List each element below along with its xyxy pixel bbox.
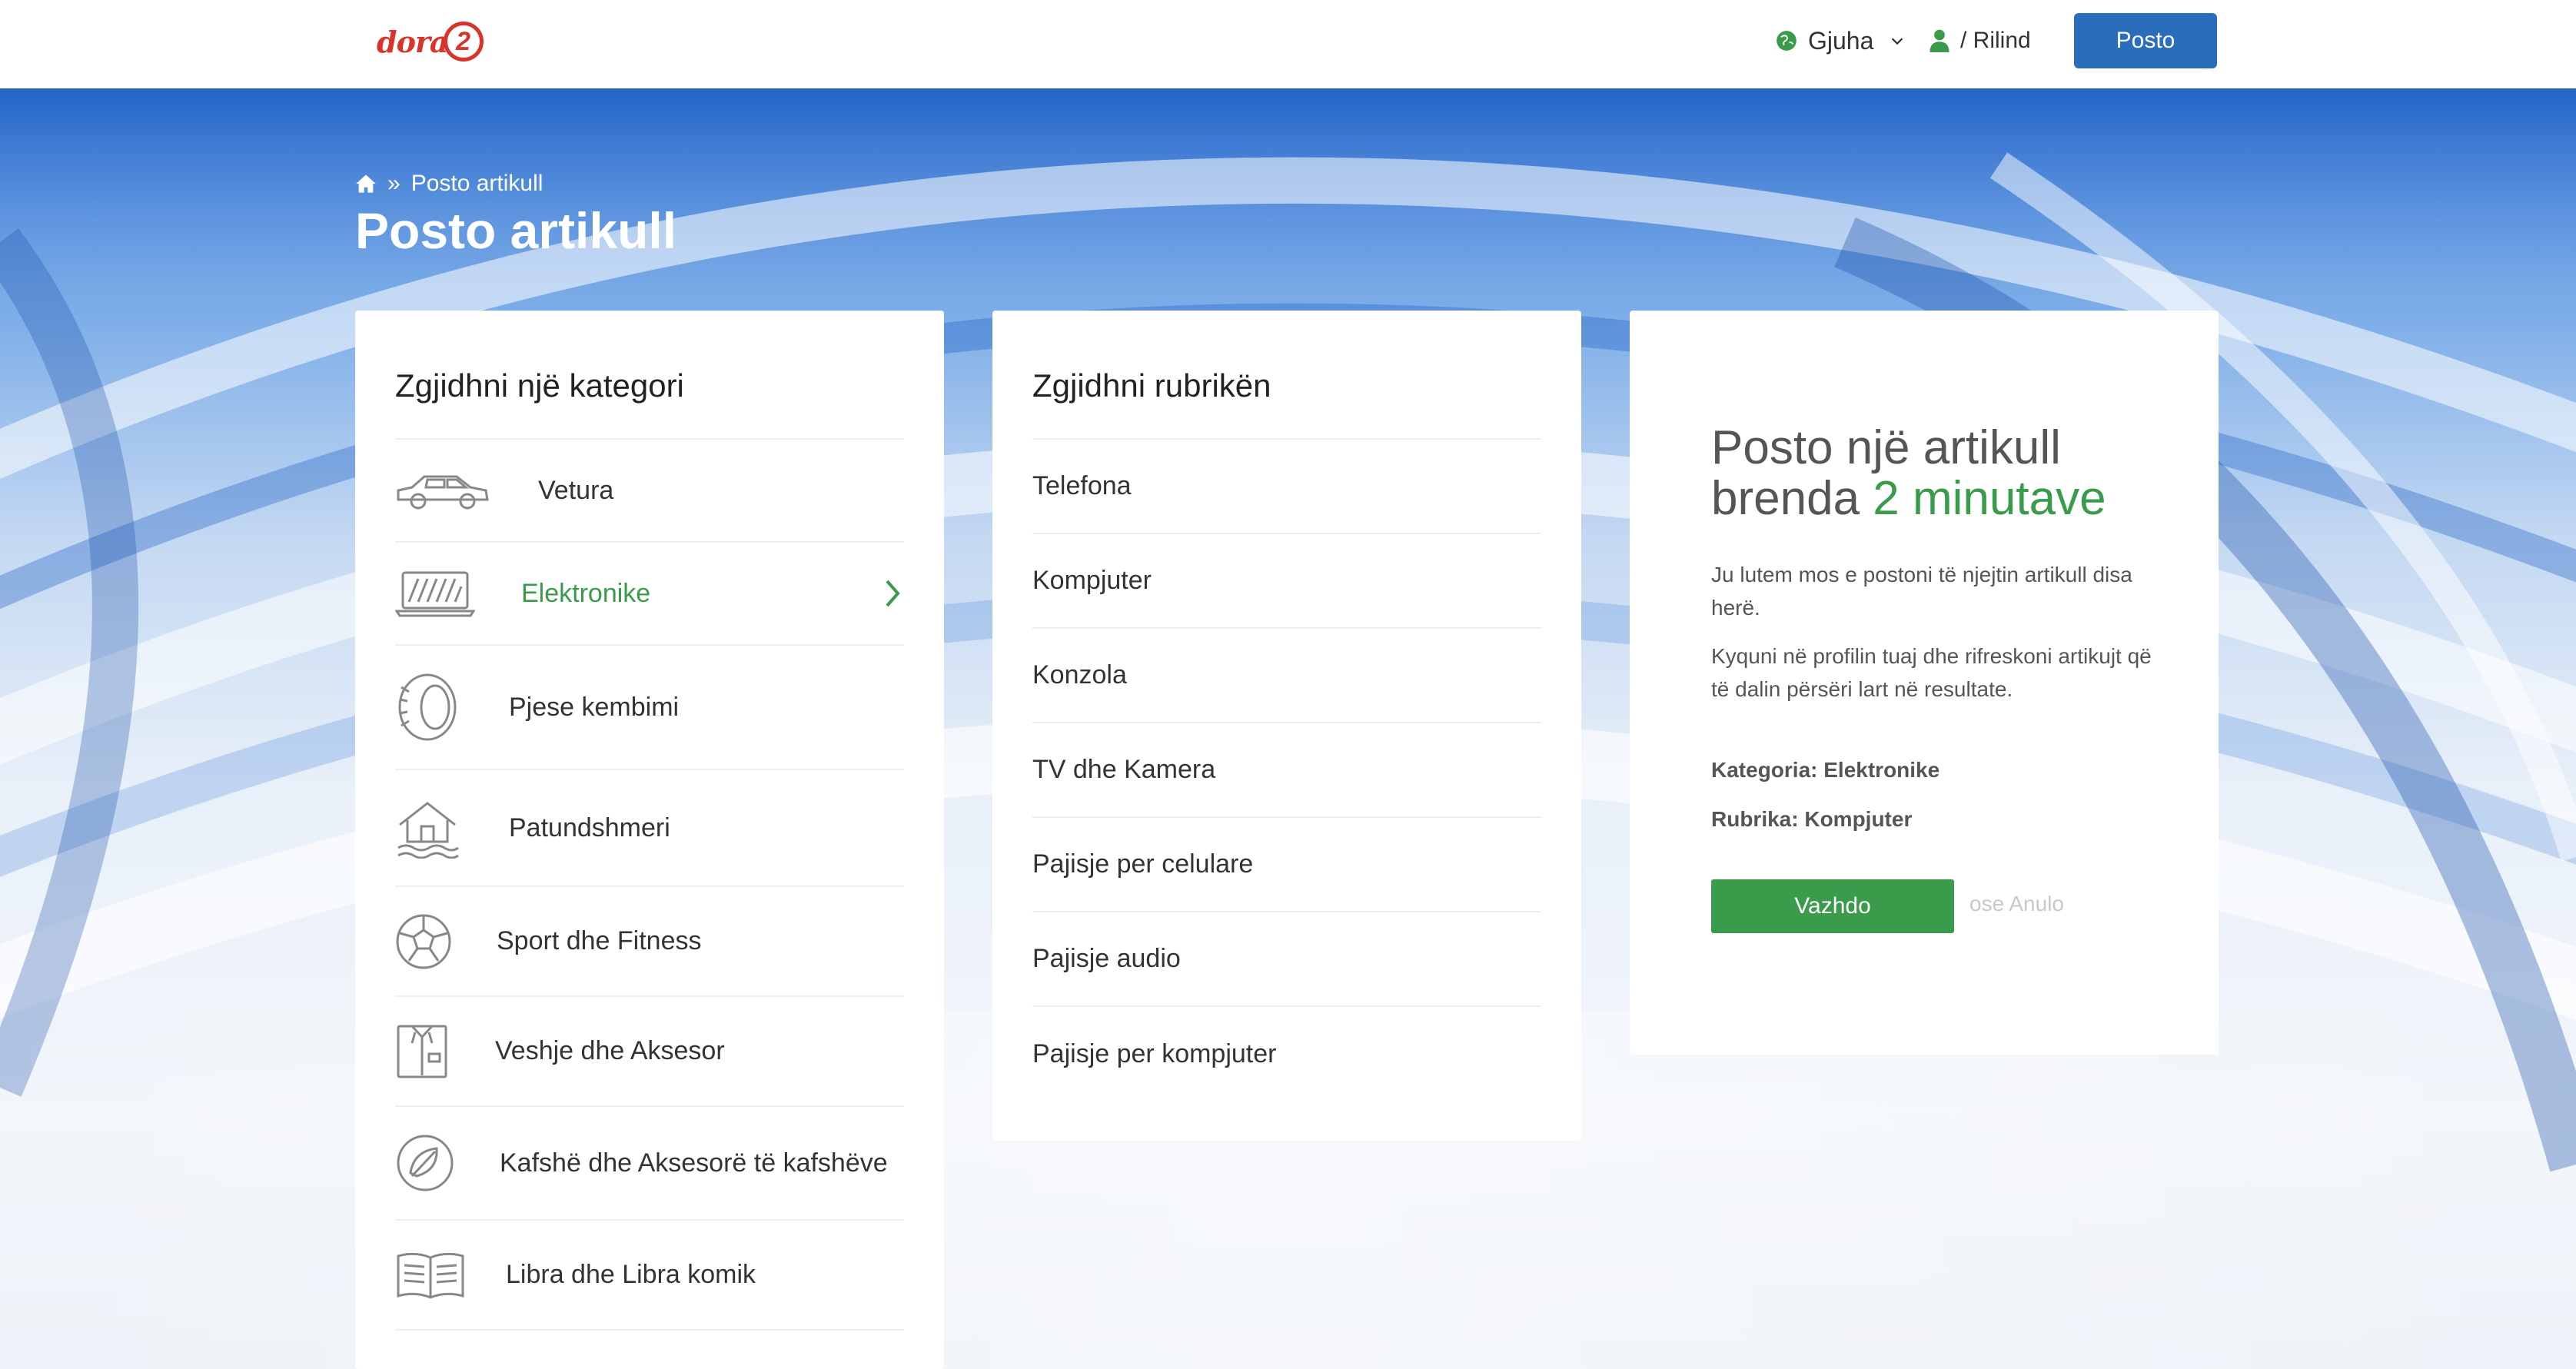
subcategory-item-pajisje-celulare[interactable]: Pajisje per celulare bbox=[1032, 818, 1541, 912]
logo-text: dora bbox=[377, 24, 449, 59]
category-label: Elektronike bbox=[521, 578, 651, 608]
category-item-sport[interactable]: Sport dhe Fitness bbox=[395, 887, 904, 997]
subcategory-list: Telefona Kompjuter Konzola TV dhe Kamera… bbox=[1032, 438, 1541, 1102]
category-label: Kafshë dhe Aksesorë të kafshëve bbox=[500, 1148, 888, 1178]
user-icon bbox=[1930, 29, 1949, 52]
logo-mark: 2 bbox=[443, 22, 484, 61]
summary-note-duplicates: Ju lutem mos e postoni të njejtin artiku… bbox=[1711, 563, 2132, 620]
breadcrumb: » Posto artikull bbox=[355, 171, 543, 197]
category-item-kafshe[interactable]: Kafshë dhe Aksesorë të kafshëve bbox=[395, 1107, 904, 1221]
subcategory-item-tv-kamera[interactable]: TV dhe Kamera bbox=[1032, 723, 1541, 818]
summary-heading-highlight: 2 minutave bbox=[1873, 472, 2106, 525]
site-logo[interactable]: dora 2 bbox=[377, 18, 484, 65]
subcategory-card-title: Zgjidhni rubrikën bbox=[1032, 367, 1271, 404]
summary-heading-line1: Posto një artikull bbox=[1711, 421, 2061, 474]
category-item-pjese-kembimi[interactable]: Pjese kembimi bbox=[395, 646, 904, 770]
home-icon[interactable] bbox=[355, 174, 377, 194]
summary-note-refresh: Kyquni në profilin tuaj dhe rifreskoni a… bbox=[1711, 644, 2152, 701]
summary-heading: Posto një artikull brenda 2 minutave bbox=[1711, 423, 2172, 524]
category-item-libra[interactable]: Libra dhe Libra komik bbox=[395, 1221, 904, 1331]
ball-icon bbox=[395, 913, 495, 970]
category-list: Vetura Elektronike Pjese kembimi Patunds… bbox=[395, 438, 904, 1331]
category-item-patundshmeri[interactable]: Patundshmeri bbox=[395, 770, 904, 887]
house-icon bbox=[395, 797, 495, 859]
category-item-vetura[interactable]: Vetura bbox=[395, 440, 904, 543]
subcategory-item-konzola[interactable]: Konzola bbox=[1032, 629, 1541, 723]
selected-category: Kategoria: Elektronike bbox=[1711, 758, 1940, 782]
summary-heading-prefix: brenda bbox=[1711, 472, 1860, 525]
category-label: Veshje dhe Aksesor bbox=[495, 1036, 725, 1065]
tire-icon bbox=[395, 672, 495, 743]
category-card: Zgjidhni një kategori Vetura Elektronike bbox=[355, 311, 944, 1369]
category-label: Patundshmeri bbox=[509, 812, 670, 842]
subcategory-item-pajisje-kompjuter[interactable]: Pajisje per kompjuter bbox=[1032, 1007, 1541, 1102]
breadcrumb-current: Posto artikull bbox=[410, 171, 543, 196]
breadcrumb-separator-icon: » bbox=[387, 171, 401, 196]
category-label: Libra dhe Libra komik bbox=[506, 1260, 756, 1289]
pet-icon bbox=[395, 1133, 495, 1193]
continue-button[interactable]: Vazhdo bbox=[1711, 879, 1954, 933]
subcategory-item-kompjuter[interactable]: Kompjuter bbox=[1032, 534, 1541, 629]
page-title: Posto artikull bbox=[355, 202, 677, 259]
category-label: Sport dhe Fitness bbox=[497, 926, 702, 955]
globe-icon bbox=[1777, 31, 1797, 51]
post-button[interactable]: Posto bbox=[2074, 13, 2217, 68]
subcategory-item-telefona[interactable]: Telefona bbox=[1032, 440, 1541, 534]
category-item-veshje[interactable]: Veshje dhe Aksesor bbox=[395, 997, 904, 1107]
top-navbar: dora 2 Gjuha / Rilind Posto bbox=[0, 0, 2576, 88]
shirt-icon bbox=[395, 1023, 495, 1080]
laptop-icon bbox=[395, 570, 495, 617]
language-label: Gjuha bbox=[1808, 26, 1874, 55]
category-item-elektronike[interactable]: Elektronike bbox=[395, 543, 904, 646]
selected-subcategory: Rubrika: Kompjuter bbox=[1711, 807, 1913, 831]
category-card-title: Zgjidhni një kategori bbox=[395, 367, 684, 404]
summary-card: Posto një artikull brenda 2 minutave Ju … bbox=[1630, 311, 2219, 1055]
chevron-down-icon bbox=[1892, 38, 1903, 45]
category-label: Vetura bbox=[538, 475, 614, 505]
user-menu[interactable]: / Rilind bbox=[1930, 22, 2031, 60]
car-icon bbox=[395, 467, 495, 513]
language-selector[interactable]: Gjuha bbox=[1776, 22, 1906, 60]
subcategory-card: Zgjidhni rubrikën Telefona Kompjuter Kon… bbox=[992, 311, 1581, 1141]
subcategory-item-pajisje-audio[interactable]: Pajisje audio bbox=[1032, 912, 1541, 1007]
username-label: / Rilind bbox=[1960, 28, 2031, 53]
book-icon bbox=[395, 1250, 495, 1301]
cancel-link[interactable]: ose Anulo bbox=[1969, 892, 2064, 916]
chevron-right-icon bbox=[886, 580, 900, 607]
category-label: Pjese kembimi bbox=[509, 692, 680, 722]
